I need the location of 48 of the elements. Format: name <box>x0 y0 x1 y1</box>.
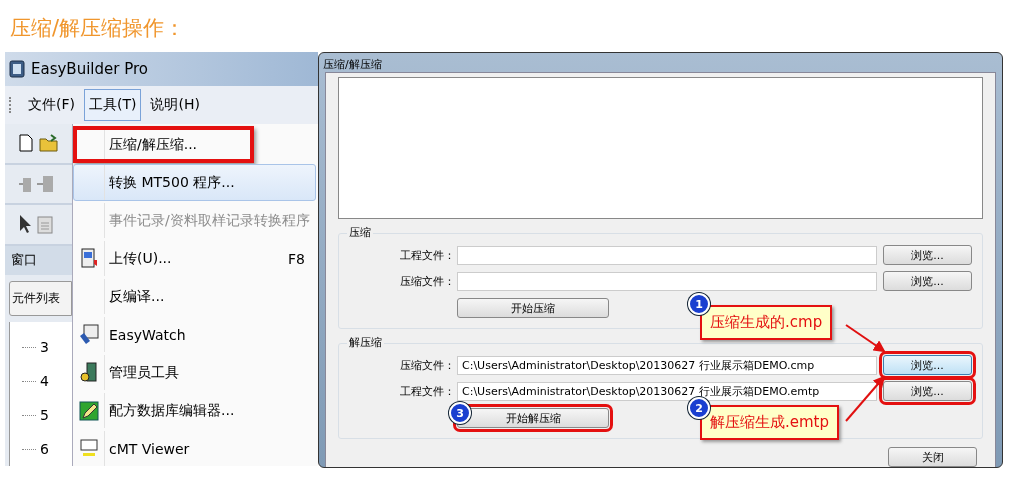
file-path-field[interactable]: C:\Users\Administrator\Desktop\20130627 行业展示箱DEMO.emtp <box>457 381 877 401</box>
arrow <box>845 375 886 422</box>
start-button[interactable]: 开始压缩 <box>457 298 609 318</box>
menu-item[interactable]: 工具(T) <box>84 89 142 121</box>
file-path-field[interactable]: C:\Users\Administrator\Desktop\20130627 行业展示箱DEMO.cmp <box>457 355 877 375</box>
tree-item[interactable]: 6 <box>40 441 49 457</box>
menu-option[interactable]: 压缩/解压缩... <box>73 126 254 163</box>
arrow <box>845 324 886 353</box>
pencil-icon <box>79 399 99 422</box>
field-label: 压缩文件： <box>399 273 456 289</box>
window-title: EasyBuilder Pro <box>31 60 148 78</box>
file-path-field[interactable] <box>457 245 877 265</box>
menu-option[interactable]: 上传(U)... F8 <box>73 240 316 277</box>
tree-item[interactable]: 5 <box>40 407 49 423</box>
panel-label: 窗口 <box>5 245 72 275</box>
group-title: 压缩 <box>347 225 373 240</box>
step-badge: 2 <box>688 397 710 419</box>
folder-icon[interactable] <box>39 134 59 153</box>
tree-item[interactable]: 4 <box>40 373 49 389</box>
app-icon <box>9 60 25 78</box>
browse-button[interactable]: 浏览... <box>883 245 972 265</box>
tree-item[interactable]: 3 <box>40 339 49 355</box>
menu-item[interactable]: 文件(F) <box>23 89 80 121</box>
file-path-field[interactable] <box>457 271 877 291</box>
panel-tab[interactable]: 元件列表 <box>9 281 72 316</box>
field-label: 压缩文件： <box>399 357 456 373</box>
step-badge: 3 <box>449 402 471 424</box>
field-label: 工程文件： <box>399 383 456 399</box>
clipboard-icon[interactable] <box>37 214 55 235</box>
page-heading: 压缩/解压缩操作： <box>9 15 187 42</box>
field-label: 工程文件： <box>399 247 456 263</box>
key-icon <box>80 361 98 384</box>
step-badge: 1 <box>688 293 710 315</box>
close-button[interactable]: 关闭 <box>888 447 977 467</box>
group-title: 解压缩 <box>347 335 384 350</box>
monitor-icon <box>79 323 99 346</box>
menu-option[interactable]: 管理员工具 <box>73 354 316 391</box>
menu-option[interactable]: 反编译... <box>73 278 316 315</box>
menu-option[interactable]: EasyWatch <box>73 316 316 353</box>
menu-option[interactable]: 转换 MT500 程序... <box>73 164 316 201</box>
browse-button[interactable]: 浏览... <box>883 271 972 291</box>
menu-option[interactable]: 配方数据库编辑器... <box>73 392 316 429</box>
new-file-icon[interactable] <box>19 134 33 153</box>
pointer-icon[interactable] <box>19 214 31 235</box>
device-icon <box>80 247 98 270</box>
menu-option[interactable]: cMT Viewer <box>73 430 316 466</box>
menu-item[interactable]: 说明(H) <box>145 89 205 121</box>
dialog-title: 压缩/解压缩 <box>322 57 383 72</box>
